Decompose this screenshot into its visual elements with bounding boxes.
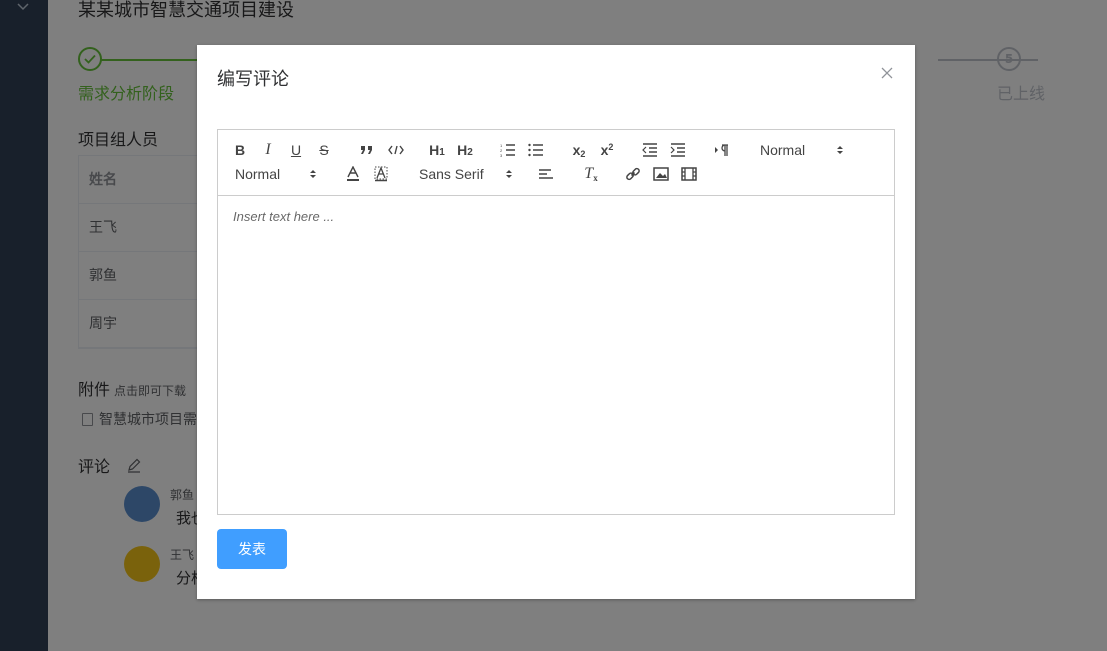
bold-icon[interactable]: B xyxy=(230,138,250,162)
outdent-icon[interactable] xyxy=(640,138,660,162)
italic-icon[interactable]: I xyxy=(258,138,278,162)
editor-content-area[interactable]: Insert text here ... xyxy=(218,197,894,514)
size-picker[interactable]: Normal xyxy=(235,162,317,186)
picker-arrows-icon xyxy=(837,146,843,154)
dialog-title: 编写评论 xyxy=(217,69,289,90)
picker-arrows-icon xyxy=(310,170,316,178)
background-color-icon[interactable] xyxy=(371,162,391,186)
align-left-icon[interactable] xyxy=(536,162,556,186)
superscript-icon[interactable]: x2 xyxy=(596,138,618,162)
link-icon[interactable] xyxy=(623,162,643,186)
text-color-icon[interactable] xyxy=(343,162,363,186)
underline-icon[interactable]: U xyxy=(286,138,306,162)
code-block-icon[interactable] xyxy=(384,138,408,162)
text-direction-icon[interactable] xyxy=(712,138,732,162)
heading-1-icon[interactable]: H1 xyxy=(426,138,448,162)
subscript-icon[interactable]: x2 xyxy=(568,138,590,162)
publish-button[interactable]: 发表 xyxy=(217,529,287,569)
header-picker[interactable]: Normal xyxy=(760,138,844,162)
font-picker-label: Sans Serif xyxy=(419,166,484,182)
header-picker-label: Normal xyxy=(760,142,806,158)
image-icon[interactable] xyxy=(651,162,671,186)
bullet-list-icon[interactable] xyxy=(526,138,546,162)
size-picker-label: Normal xyxy=(235,166,281,182)
indent-icon[interactable] xyxy=(668,138,688,162)
rich-text-editor: B I U S H1 H2 123 x2 x2 Normal Normal Sa… xyxy=(217,129,895,515)
editor-toolbar: B I U S H1 H2 123 x2 x2 Normal Normal Sa… xyxy=(218,130,894,196)
editor-placeholder: Insert text here ... xyxy=(233,209,335,224)
clear-format-icon[interactable]: Tx xyxy=(580,162,602,186)
video-icon[interactable] xyxy=(679,162,699,186)
close-icon[interactable] xyxy=(879,65,895,81)
ordered-list-icon[interactable]: 123 xyxy=(498,138,518,162)
comment-dialog: 编写评论 B I U S H1 H2 123 x2 x2 Normal Norm… xyxy=(197,45,915,599)
heading-2-icon[interactable]: H2 xyxy=(454,138,476,162)
font-picker[interactable]: Sans Serif xyxy=(419,162,513,186)
picker-arrows-icon xyxy=(506,170,512,178)
svg-text:3: 3 xyxy=(500,153,503,157)
strike-icon[interactable]: S xyxy=(314,138,334,162)
blockquote-icon[interactable] xyxy=(356,138,378,162)
